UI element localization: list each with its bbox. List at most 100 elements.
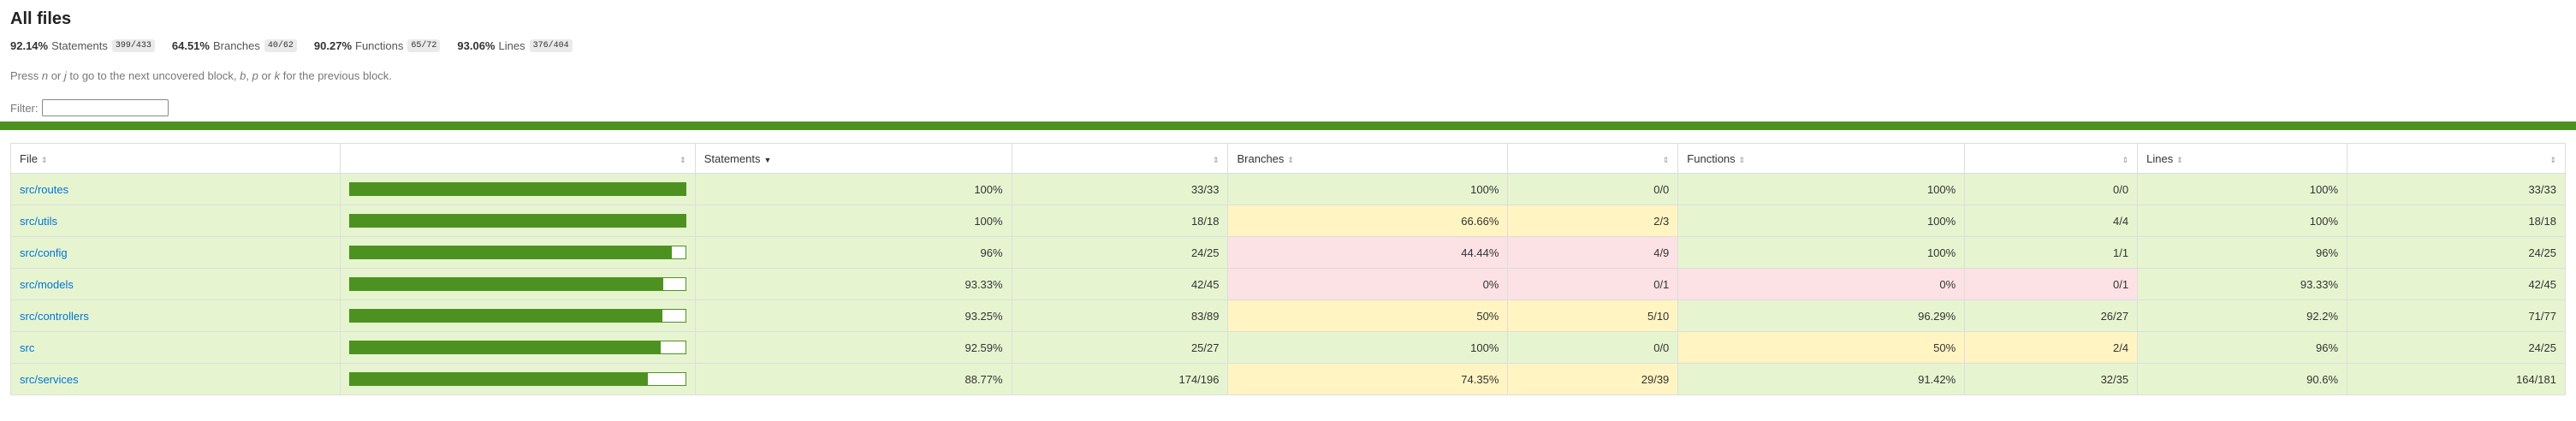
file-link[interactable]: src/models [20,278,74,291]
statements-fraction: 18/18 [1011,205,1229,237]
file-link[interactable]: src/routes [20,183,68,196]
summary-fraction: 399/433 [111,39,155,52]
table-row: src/services 88.77% 174/196 74.35% 29/39 91.4… [10,363,2566,395]
statements-fraction: 33/33 [1011,173,1229,205]
lines-pct: 93.33% [2137,268,2348,300]
keyboard-help-text: Press n or j to go to the next uncovered… [10,69,392,82]
functions-pct: 50% [1677,331,1966,364]
coverage-bar-cell [339,299,696,332]
file-link[interactable]: src/config [20,246,68,259]
functions-pct: 100% [1677,236,1966,269]
coverage-bar [348,182,686,196]
table-row: src/controllers 93.25% 83/89 50% 5/10 96.29% 2… [10,299,2566,332]
header-functions-raw[interactable]: ⇕ [1964,143,2139,174]
branches-fraction: 0/0 [1507,331,1679,364]
filter-input[interactable] [41,99,169,116]
functions-fraction: 0/0 [1964,173,2139,205]
page-header: All files 92.14% Statements 399/433 64.5… [0,0,2576,118]
table-header-row: File ⇕ ⇕ Statements ▼ ⇕ Branches ⇕ ⇕ Functi… [10,143,2566,174]
header-lines-raw[interactable]: ⇕ [2347,143,2566,174]
summary-percent: 92.14% [10,39,49,52]
header-functions[interactable]: Functions ⇕ [1677,143,1966,174]
summary-label: Lines [498,39,525,52]
functions-fraction: 2/4 [1964,331,2139,364]
branches-fraction: 4/9 [1507,236,1679,269]
statements-fraction: 24/25 [1011,236,1229,269]
statements-pct: 93.25% [694,299,1012,332]
table-row: src/models 93.33% 42/45 0% 0/1 0% 0/1 93.33% 42/… [10,268,2566,300]
header-file[interactable]: File ⇕ [10,143,341,174]
functions-fraction: 32/35 [1964,363,2139,395]
coverage-bar-fill [349,310,663,322]
branches-fraction: 29/39 [1507,363,1679,395]
branches-fraction: 5/10 [1507,299,1679,332]
coverage-bar-fill [349,373,648,385]
coverage-bar-fill [349,215,686,227]
branches-pct: 0% [1227,268,1509,300]
filter-label: Filter: [10,101,39,115]
branches-pct: 100% [1227,331,1509,364]
functions-pct: 100% [1677,173,1966,205]
lines-fraction: 24/25 [2347,331,2566,364]
header-bar[interactable]: ⇕ [339,143,696,174]
summary-label: Branches [212,39,260,52]
lines-fraction: 164/181 [2347,363,2566,395]
header-branches-raw[interactable]: ⇕ [1507,143,1679,174]
functions-pct: 100% [1677,205,1966,237]
coverage-bar-fill [349,183,686,195]
sort-icon: ⇕ [1738,155,1746,164]
functions-fraction: 4/4 [1964,205,2139,237]
file-link[interactable]: src/controllers [20,310,89,323]
table-row: src/routes 100% 33/33 100% 0/0 100% 0/0 100% 33/… [10,173,2566,205]
file-cell: src/config [10,236,341,269]
header-statements-raw[interactable]: ⇕ [1011,143,1229,174]
file-cell: src/utils [10,205,341,237]
branches-pct: 74.35% [1227,363,1509,395]
page-title: All files [10,9,72,28]
summary-percent: 64.51% [171,39,210,52]
lines-pct: 100% [2137,173,2348,205]
branches-pct: 50% [1227,299,1509,332]
functions-pct: 96.29% [1677,299,1966,332]
lines-fraction: 24/25 [2347,236,2566,269]
coverage-bar-cell [339,331,696,364]
summary-label: Functions [355,39,404,52]
statements-fraction: 25/27 [1011,331,1229,364]
sort-icon: ⇕ [40,155,48,164]
sort-icon: ⇕ [2176,155,2183,164]
coverage-bar [348,214,686,228]
statements-pct: 88.77% [694,363,1012,395]
coverage-bar [348,246,686,259]
file-cell: src/routes [10,173,341,205]
file-link[interactable]: src [20,341,34,354]
sort-icon: ⇕ [1287,155,1294,164]
functions-fraction: 1/1 [1964,236,2139,269]
coverage-bar-cell [339,363,696,395]
branches-fraction: 2/3 [1507,205,1679,237]
coverage-bar [348,372,686,386]
coverage-table: File ⇕ ⇕ Statements ▼ ⇕ Branches ⇕ ⇕ Functi… [10,143,2566,395]
coverage-summary: 92.14% Statements 399/433 64.51% Branche… [10,36,2566,55]
sort-icon: ⇕ [2549,155,2556,164]
header-branches[interactable]: Branches ⇕ [1227,143,1509,174]
table-row: src/utils 100% 18/18 66.66% 2/3 100% 4/4 100% 18… [10,205,2566,237]
branches-pct: 44.44% [1227,236,1509,269]
file-link[interactable]: src/utils [20,215,57,228]
coverage-bar-cell [339,173,696,205]
header-lines[interactable]: Lines ⇕ [2137,143,2348,174]
file-link[interactable]: src/services [20,373,79,386]
table-body: src/routes 100% 33/33 100% 0/0 100% 0/0 100% 33/… [10,173,2566,395]
statements-fraction: 83/89 [1011,299,1229,332]
branches-fraction: 0/1 [1507,268,1679,300]
summary-lines: 93.06% Lines 376/404 [457,39,573,52]
statements-pct: 100% [694,173,1012,205]
table-row: src/config 96% 24/25 44.44% 4/9 100% 1/1 96% 24/… [10,236,2566,269]
coverage-bar [348,277,686,291]
summary-fraction: 65/72 [407,39,441,52]
summary-branches: 64.51% Branches 40/62 [172,39,297,52]
coverage-bar [348,341,686,354]
coverage-bar [348,309,686,323]
coverage-bar-fill [349,341,661,353]
functions-fraction: 26/27 [1964,299,2139,332]
header-statements[interactable]: Statements ▼ [694,143,1012,174]
